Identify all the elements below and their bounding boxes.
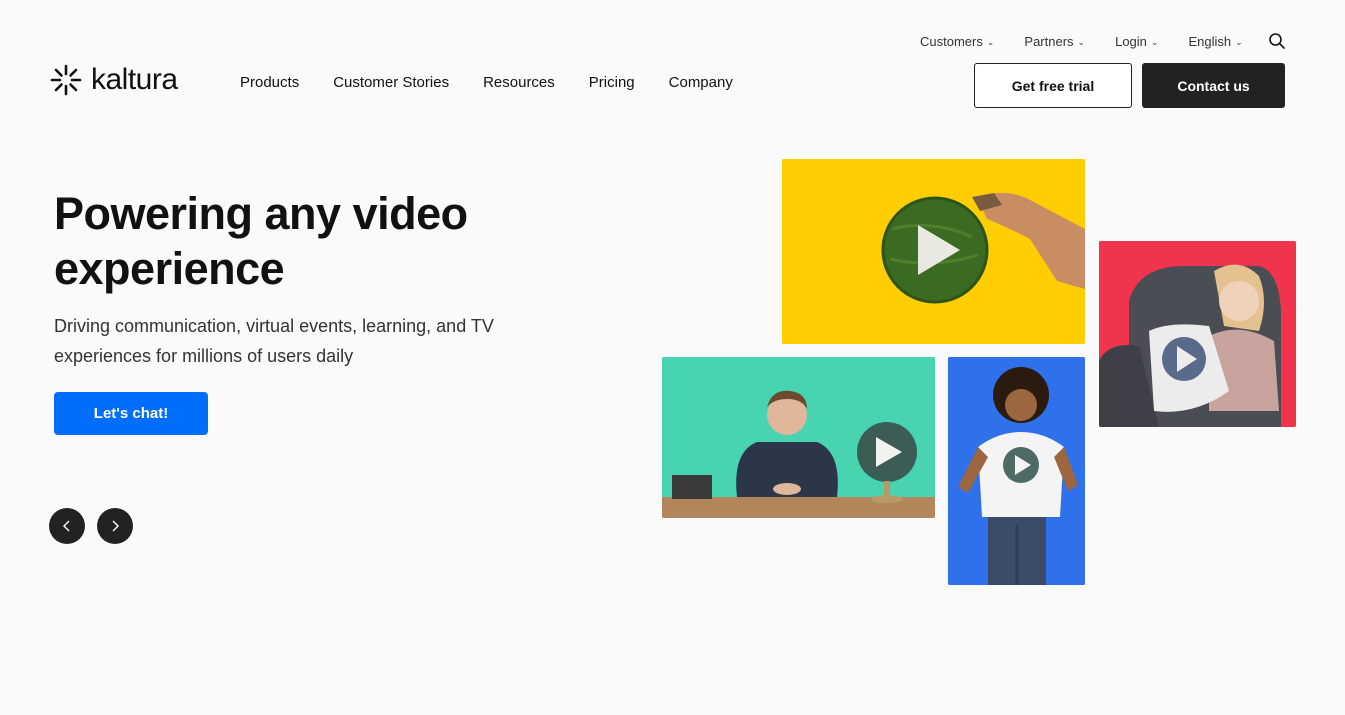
hand-drawing-illustration [782,159,1085,344]
lets-chat-button[interactable]: Let's chat! [54,392,208,435]
chevron-down-icon: ⌄ [1235,36,1243,47]
utility-nav-login[interactable]: Login ⌄ [1115,34,1158,49]
nav-item-company[interactable]: Company [669,74,733,91]
page: Customers ⌄ Partners ⌄ Login ⌄ English ⌄ [0,0,1345,715]
language-selector[interactable]: English ⌄ [1188,34,1242,49]
language-label: English [1188,33,1232,49]
chevron-down-icon: ⌄ [986,36,995,47]
nav-item-products[interactable]: Products [240,74,299,91]
hero-title-line: experience [54,243,285,294]
video-tile-man-desk[interactable] [662,357,935,518]
woman-shirt-illustration [948,357,1085,585]
woman-chair-illustration [1099,241,1296,427]
chevron-down-icon: ⌄ [1077,36,1086,47]
chevron-left-icon [63,520,70,532]
hero-subtitle-line: Driving communication, virtual events, l… [54,316,494,336]
nav-item-customer-stories[interactable]: Customer Stories [333,74,449,91]
hero-title-line: Powering any video [54,188,468,239]
carousel-prev-button[interactable] [49,508,85,544]
hero-subtitle-line: experiences for millions of users daily [54,346,354,366]
chevron-down-icon: ⌄ [1150,36,1159,47]
utility-nav-label: Customers [920,33,983,49]
hero-subtitle: Driving communication, virtual events, l… [54,311,574,371]
utility-nav-customers[interactable]: Customers ⌄ [920,34,994,49]
video-tile-woman-chair[interactable] [1099,241,1296,427]
search-icon[interactable] [1268,32,1286,50]
utility-nav: Customers ⌄ Partners ⌄ Login ⌄ English ⌄ [920,31,1243,51]
chevron-right-icon [112,520,119,532]
video-tile-woman-shirt[interactable] [948,357,1085,585]
utility-nav-partners[interactable]: Partners ⌄ [1024,34,1085,49]
logo-mark-icon [50,64,82,96]
nav-item-pricing[interactable]: Pricing [589,74,635,91]
man-desk-illustration [662,357,935,518]
hero-title: Powering any video experience [54,186,574,296]
utility-nav-label: Login [1115,33,1147,49]
contact-us-button[interactable]: Contact us [1142,63,1285,108]
main-nav: Products Customer Stories Resources Pric… [240,74,733,91]
logo[interactable]: kaltura [49,63,178,97]
logo-text: kaltura [91,63,178,96]
utility-nav-label: Partners [1024,33,1074,49]
get-free-trial-button[interactable]: Get free trial [974,63,1132,108]
video-tile-hand-drawing[interactable] [782,159,1085,344]
carousel-next-button[interactable] [97,508,133,544]
nav-item-resources[interactable]: Resources [483,74,555,91]
